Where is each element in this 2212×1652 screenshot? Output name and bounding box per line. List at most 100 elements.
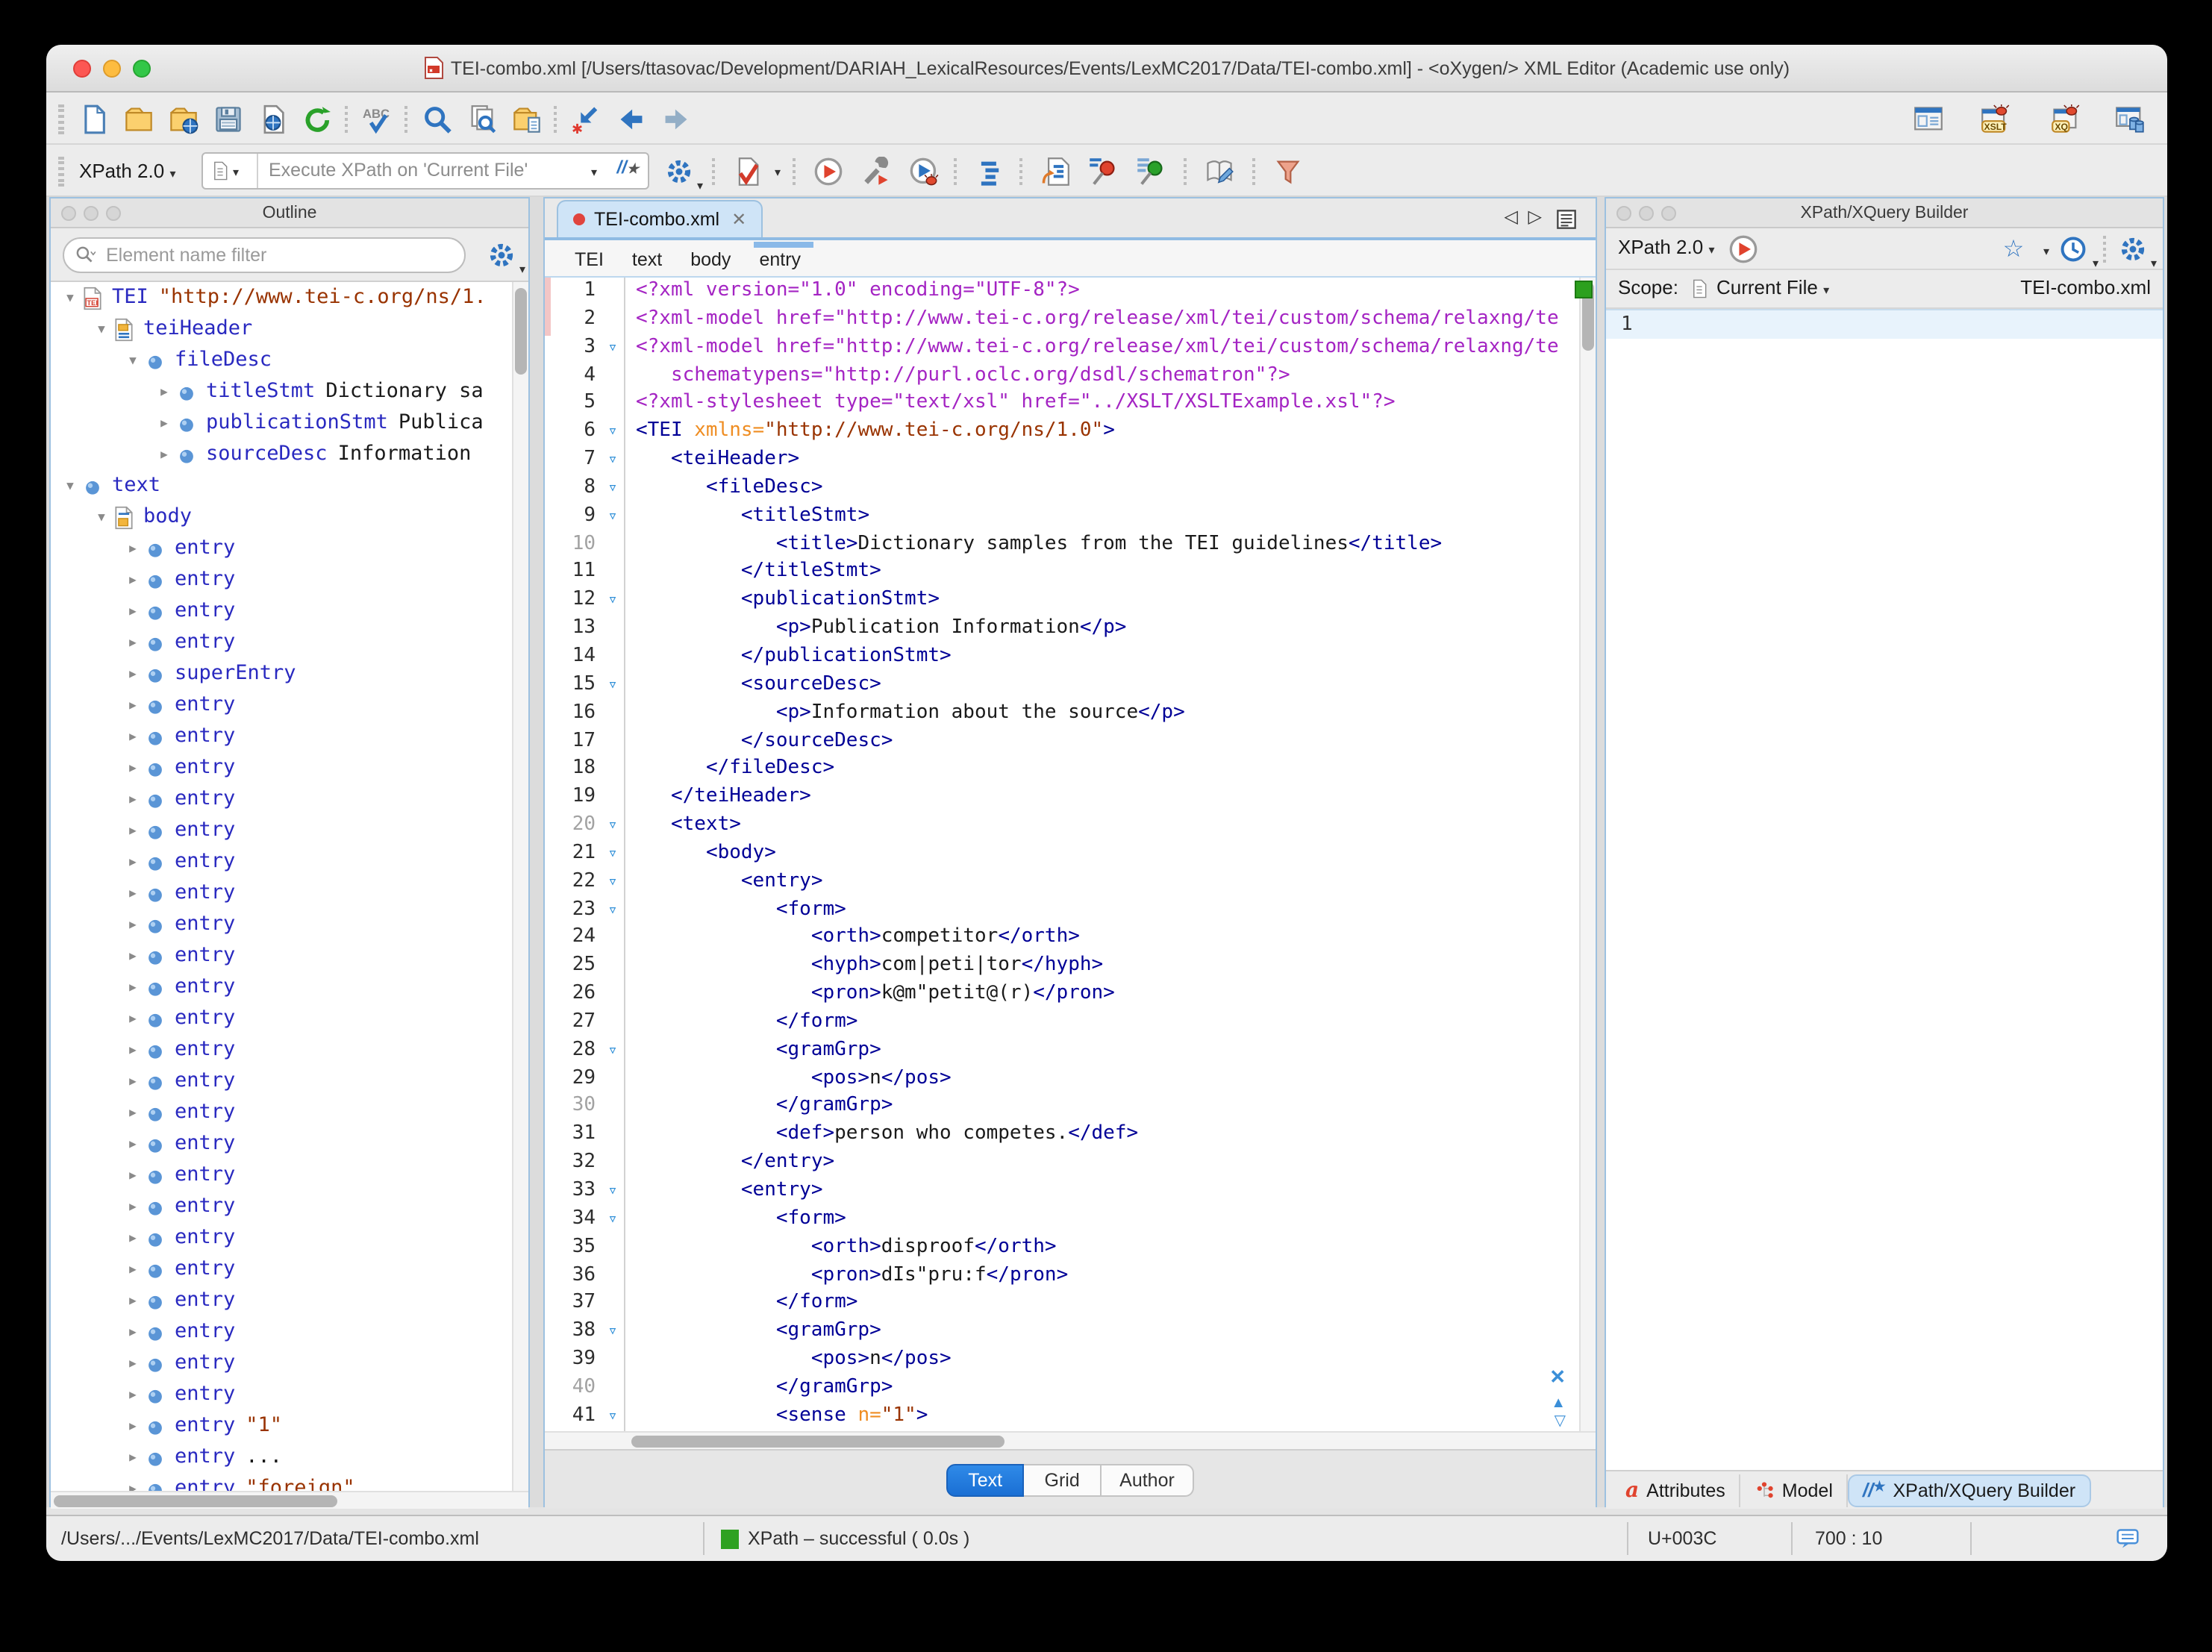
fold-toggle-icon[interactable]: ▿ <box>602 503 624 531</box>
code-line[interactable]: 22▿ <entry> <box>545 868 1569 896</box>
expander-open-icon[interactable]: ▼ <box>91 501 112 533</box>
code-line[interactable]: 38▿ <gramGrp> <box>545 1318 1569 1346</box>
annotate-book-button[interactable] <box>1202 154 1237 190</box>
xpath-favorites-icon[interactable]: //★ <box>617 157 640 178</box>
outline-tree-item[interactable]: ▶entry <box>51 1222 528 1254</box>
code-line[interactable]: 1<?xml version="1.0" encoding="UTF-8"?> <box>545 278 1569 306</box>
code-line[interactable]: 31 <def>person who competes.</def> <box>545 1121 1569 1150</box>
code-line[interactable]: 24 <orth>competitor</orth> <box>545 924 1569 953</box>
code-line[interactable]: 25 <hyph>com|peti|tor</hyph> <box>545 953 1569 981</box>
green-pin-bookmark-button[interactable] <box>1133 154 1169 190</box>
expander-closed-icon[interactable]: ▶ <box>122 1066 143 1097</box>
code-line[interactable]: 5<?xml-stylesheet type="text/xsl" href="… <box>545 390 1569 419</box>
code-line[interactable]: 17 </sourceDesc> <box>545 728 1569 756</box>
code-line[interactable]: 6▿<TEI xmlns="http://www.tei-c.org/ns/1.… <box>545 418 1569 446</box>
breadcrumb-item-entry[interactable]: entry <box>759 240 801 278</box>
outline-tree-item[interactable]: ▶titleStmtDictionary sa <box>51 376 528 407</box>
scrollbar-thumb[interactable] <box>515 288 527 375</box>
execute-xpath-button[interactable] <box>1725 231 1761 267</box>
xpath-expression-combo[interactable]: ▾ Execute XPath on 'Current File' ▾ //★ <box>201 152 649 190</box>
outline-tree-item[interactable]: ▶publicationStmtPublica <box>51 407 528 439</box>
outline-tree-item[interactable]: ▶entry <box>51 815 528 846</box>
code-line[interactable]: 7▿ <teiHeader> <box>545 446 1569 475</box>
expander-closed-icon[interactable]: ▶ <box>154 407 175 439</box>
expander-closed-icon[interactable]: ▶ <box>122 783 143 815</box>
breadcrumb-item-TEI[interactable]: TEI <box>575 240 604 278</box>
expander-closed-icon[interactable]: ▶ <box>122 721 143 752</box>
outline-tree-item[interactable]: ▶entry... <box>51 1442 528 1473</box>
code-line[interactable]: 18 </fileDesc> <box>545 756 1569 784</box>
outline-tree-item[interactable]: ▶entry"foreign" <box>51 1473 528 1491</box>
xpath-version-dropdown[interactable]: XPath 2.0 ▾ <box>79 154 176 190</box>
outline-horizontal-scrollbar[interactable] <box>51 1491 528 1509</box>
expander-closed-icon[interactable]: ▶ <box>122 1254 143 1285</box>
expander-closed-icon[interactable]: ▶ <box>122 1222 143 1254</box>
code-line[interactable]: 28▿ <gramGrp> <box>545 1037 1569 1066</box>
outline-tree-item[interactable]: ▼TEITEI"http://www.tei-c.org/ns/1. <box>51 282 528 313</box>
close-findbar-icon[interactable]: ✕ <box>1549 1365 1566 1389</box>
expander-open-icon[interactable]: ▼ <box>60 282 81 313</box>
expander-closed-icon[interactable]: ▶ <box>122 1442 143 1473</box>
toolbar-drag-handle[interactable] <box>58 157 64 187</box>
outline-tree-item[interactable]: ▶entry <box>51 721 528 752</box>
builder-settings-gear-button[interactable]: ▾ <box>2115 231 2151 267</box>
expander-closed-icon[interactable]: ▶ <box>122 909 143 940</box>
code-line[interactable]: 34▿ <form> <box>545 1206 1569 1234</box>
expander-closed-icon[interactable]: ▶ <box>122 1285 143 1316</box>
expander-closed-icon[interactable]: ▶ <box>122 627 143 658</box>
outline-tree-item[interactable]: ▶entry <box>51 1254 528 1285</box>
outline-tree-item[interactable]: ▼teiHeader <box>51 313 528 345</box>
expander-closed-icon[interactable]: ▶ <box>122 972 143 1003</box>
code-line[interactable]: 30 </gramGrp> <box>545 1093 1569 1121</box>
expander-closed-icon[interactable]: ▶ <box>154 439 175 470</box>
expander-open-icon[interactable]: ▼ <box>60 470 81 501</box>
validation-status-square[interactable] <box>1575 281 1593 298</box>
outline-tree-item[interactable]: ▶entry <box>51 1003 528 1034</box>
code-line[interactable]: 12▿ <publicationStmt> <box>545 587 1569 616</box>
code-line[interactable]: 37 </form> <box>545 1290 1569 1318</box>
code-line[interactable]: 36 <pron>dIs"pru:f</pron> <box>545 1262 1569 1290</box>
code-line[interactable]: 4 schematypens="http://purl.oclc.org/dsd… <box>545 362 1569 390</box>
outline-tree-item[interactable]: ▼text <box>51 470 528 501</box>
fold-toggle-icon[interactable]: ▿ <box>602 868 624 896</box>
indent-selection-button[interactable] <box>972 154 1007 190</box>
expander-closed-icon[interactable]: ▶ <box>122 877 143 909</box>
close-tab-icon[interactable]: ✕ <box>731 209 746 230</box>
expander-closed-icon[interactable]: ▶ <box>122 533 143 564</box>
editor-list-icon[interactable] <box>1555 207 1578 239</box>
new-document-button[interactable] <box>76 101 112 137</box>
outline-tree-item[interactable]: ▶entry <box>51 1379 528 1410</box>
fold-toggle-icon[interactable]: ▿ <box>602 1037 624 1066</box>
find-replace-button[interactable] <box>419 101 455 137</box>
breadcrumb-item-body[interactable]: body <box>690 240 731 278</box>
expander-closed-icon[interactable]: ▶ <box>122 1410 143 1442</box>
format-and-indent-button[interactable] <box>1037 154 1073 190</box>
save-to-url-button[interactable] <box>255 101 291 137</box>
comment-bubble-icon[interactable] <box>2115 1527 2140 1555</box>
code-line[interactable]: 2<?xml-model href="http://www.tei-c.org/… <box>545 306 1569 334</box>
open-folder-button[interactable] <box>121 101 157 137</box>
expander-open-icon[interactable]: ▼ <box>122 345 143 376</box>
fold-toggle-icon[interactable]: ▿ <box>602 840 624 869</box>
code-line[interactable]: 29 <pos>n</pos> <box>545 1065 1569 1093</box>
expander-closed-icon[interactable]: ▶ <box>122 1473 143 1491</box>
fold-toggle-icon[interactable]: ▿ <box>602 1318 624 1346</box>
code-line[interactable]: 21▿ <body> <box>545 840 1569 869</box>
database-perspective-button[interactable] <box>2112 101 2148 137</box>
xpath-settings-gear-button[interactable]: ▾ <box>661 154 697 190</box>
xslt-debugger-button[interactable]: XSLT <box>1978 101 2013 137</box>
fold-toggle-icon[interactable]: ▿ <box>602 418 624 446</box>
editor-perspective-button[interactable] <box>1910 101 1946 137</box>
fold-toggle-icon[interactable]: ▿ <box>602 475 624 503</box>
editor-horizontal-scrollbar[interactable] <box>545 1431 1596 1449</box>
code-line[interactable]: 26 <pron>k@m"petit@(r)</pron> <box>545 980 1569 1009</box>
outline-tree-item[interactable]: ▶entry <box>51 752 528 783</box>
fold-toggle-icon[interactable]: ▿ <box>602 812 624 840</box>
outline-tree-item[interactable]: ▶entry <box>51 877 528 909</box>
debug-transformation-button[interactable] <box>906 154 942 190</box>
view-grid-button[interactable]: Grid <box>1024 1463 1102 1496</box>
fold-toggle-icon[interactable]: ▿ <box>602 587 624 616</box>
open-url-button[interactable] <box>166 101 201 137</box>
apply-transformation-button[interactable] <box>810 154 846 190</box>
fold-toggle-icon[interactable]: ▿ <box>602 1403 624 1431</box>
